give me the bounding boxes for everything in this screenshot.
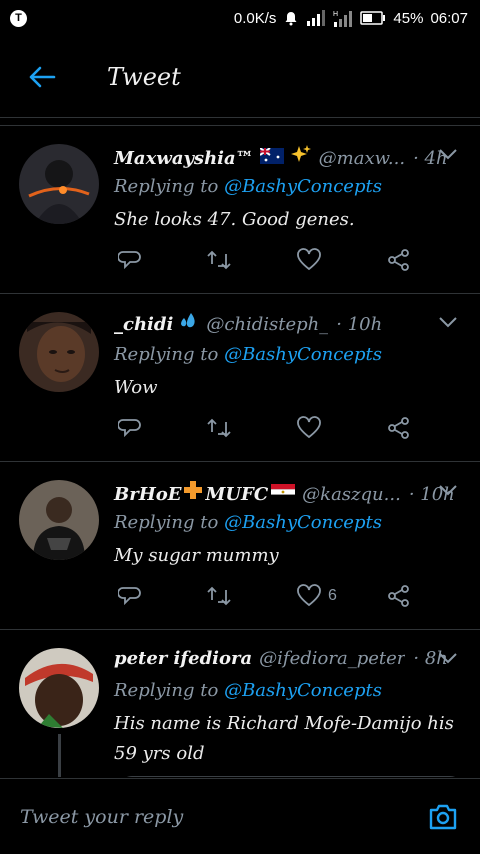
share-icon xyxy=(388,249,409,271)
reply-icon xyxy=(118,251,141,270)
arrow-left-icon xyxy=(29,66,56,87)
share-icon xyxy=(388,417,409,439)
replying-label: Replying to xyxy=(114,512,219,533)
reply-button[interactable] xyxy=(118,584,142,608)
quoted-media-card[interactable] xyxy=(118,776,464,777)
network-speed: 0.0K/s xyxy=(233,9,277,27)
reply-button[interactable] xyxy=(118,416,142,440)
tweet-text: Wow xyxy=(114,377,158,398)
svg-text:H: H xyxy=(333,11,338,18)
app-notification-icon: T xyxy=(10,9,27,27)
sparkles-icon xyxy=(290,144,312,169)
alarm-icon xyxy=(285,12,297,26)
tweet-menu-button[interactable] xyxy=(438,314,458,333)
reply-input[interactable]: Tweet your reply xyxy=(20,806,183,828)
plus-icon xyxy=(183,480,203,505)
mention-link[interactable]: @BashyConcepts xyxy=(224,176,382,197)
heart-icon xyxy=(297,416,321,439)
avatar[interactable] xyxy=(19,144,99,224)
retweet-icon xyxy=(207,250,231,270)
avatar[interactable] xyxy=(19,312,99,392)
avatar[interactable] xyxy=(19,648,99,728)
chevron-down-icon xyxy=(439,317,457,328)
display-name-suffix[interactable]: MUFC xyxy=(205,484,268,505)
mention-link[interactable]: @BashyConcepts xyxy=(224,680,382,701)
page-title: Tweet xyxy=(107,62,181,91)
like-button[interactable] xyxy=(296,248,328,272)
mention-link[interactable]: @BashyConcepts xyxy=(224,512,382,533)
avatar[interactable] xyxy=(19,480,99,560)
like-count: 6 xyxy=(328,587,337,604)
app-bar: Tweet xyxy=(0,36,480,118)
sweat-droplets-icon xyxy=(179,312,199,335)
heart-icon xyxy=(297,248,321,271)
camera-icon xyxy=(429,804,457,829)
chevron-down-icon xyxy=(439,653,457,664)
tweet-text: His name is Richard Mofe-Damijo his 59 y… xyxy=(114,713,454,764)
user-handle[interactable]: @maxw... xyxy=(319,148,405,169)
heart-icon xyxy=(297,584,321,607)
reply-composer[interactable]: Tweet your reply xyxy=(0,778,480,854)
tweet-item[interactable]: BrHoE MUFC @kaszqu... · 10h Replying to … xyxy=(0,462,480,630)
signal-icon xyxy=(307,10,326,26)
camera-button[interactable] xyxy=(426,800,460,834)
battery-level: 45% xyxy=(393,9,424,27)
back-button[interactable] xyxy=(22,57,62,97)
tweet-menu-button[interactable] xyxy=(438,482,458,501)
retweet-icon xyxy=(207,586,231,606)
display-name[interactable]: Maxwayshia™ xyxy=(114,148,254,169)
share-button[interactable] xyxy=(386,584,412,608)
tweet-menu-button[interactable] xyxy=(438,650,458,669)
tweet-text: My sugar mummy xyxy=(114,545,279,566)
tweet-item[interactable]: Maxwayshia™ @maxw... · 4h Replying to @B… xyxy=(0,126,480,294)
reply-icon xyxy=(118,419,141,438)
share-button[interactable] xyxy=(386,416,412,440)
share-button[interactable] xyxy=(386,248,412,272)
chevron-down-icon xyxy=(439,149,457,160)
chevron-down-icon xyxy=(439,485,457,496)
share-icon xyxy=(388,585,409,607)
signal-h-icon: H xyxy=(333,11,353,27)
replying-label: Replying to xyxy=(114,680,219,701)
clock: 06:07 xyxy=(430,9,468,27)
tweet-menu-button[interactable] xyxy=(438,146,458,165)
battery-icon xyxy=(360,11,386,25)
replying-to: Replying to @BashyConcepts xyxy=(114,680,464,701)
user-handle[interactable]: @kaszqu... xyxy=(302,484,401,505)
replying-label: Replying to xyxy=(114,344,219,365)
like-button[interactable] xyxy=(296,416,328,440)
thread-connector xyxy=(58,734,61,777)
reply-icon xyxy=(118,587,141,606)
retweet-button[interactable] xyxy=(206,248,232,272)
tweet-item[interactable]: _chidi @chidisteph_ · 10h Replying to @B… xyxy=(0,294,480,462)
replying-to: Replying to @BashyConcepts xyxy=(114,344,464,365)
status-bar: T 0.0K/s H 45% 06:07 xyxy=(0,0,480,36)
reply-button[interactable] xyxy=(118,248,142,272)
tweet-text: She looks 47. Good genes. xyxy=(114,209,355,230)
retweet-button[interactable] xyxy=(206,416,232,440)
display-name[interactable]: _chidi xyxy=(114,314,173,335)
like-button[interactable]: 6 xyxy=(296,584,337,608)
user-handle[interactable]: @chidisteph_ xyxy=(206,314,328,335)
display-name[interactable]: BrHoE xyxy=(114,484,181,505)
australia-flag-icon xyxy=(259,147,284,169)
display-name[interactable]: peter ifediora xyxy=(114,648,252,669)
tweet-item[interactable]: peter ifediora @ifediora_peter · 8h Repl… xyxy=(0,630,480,777)
tweet-time: · 10h xyxy=(336,314,383,335)
retweet-icon xyxy=(207,418,231,438)
replying-to: Replying to @BashyConcepts xyxy=(114,512,464,533)
replies-list[interactable]: Maxwayshia™ @maxw... · 4h Replying to @B… xyxy=(0,125,480,777)
replying-label: Replying to xyxy=(114,176,219,197)
mention-link[interactable]: @BashyConcepts xyxy=(224,344,382,365)
user-handle[interactable]: @ifediora_peter xyxy=(259,648,405,669)
retweet-button[interactable] xyxy=(206,584,232,608)
replying-to: Replying to @BashyConcepts xyxy=(114,176,464,197)
egypt-flag-icon xyxy=(271,484,296,505)
